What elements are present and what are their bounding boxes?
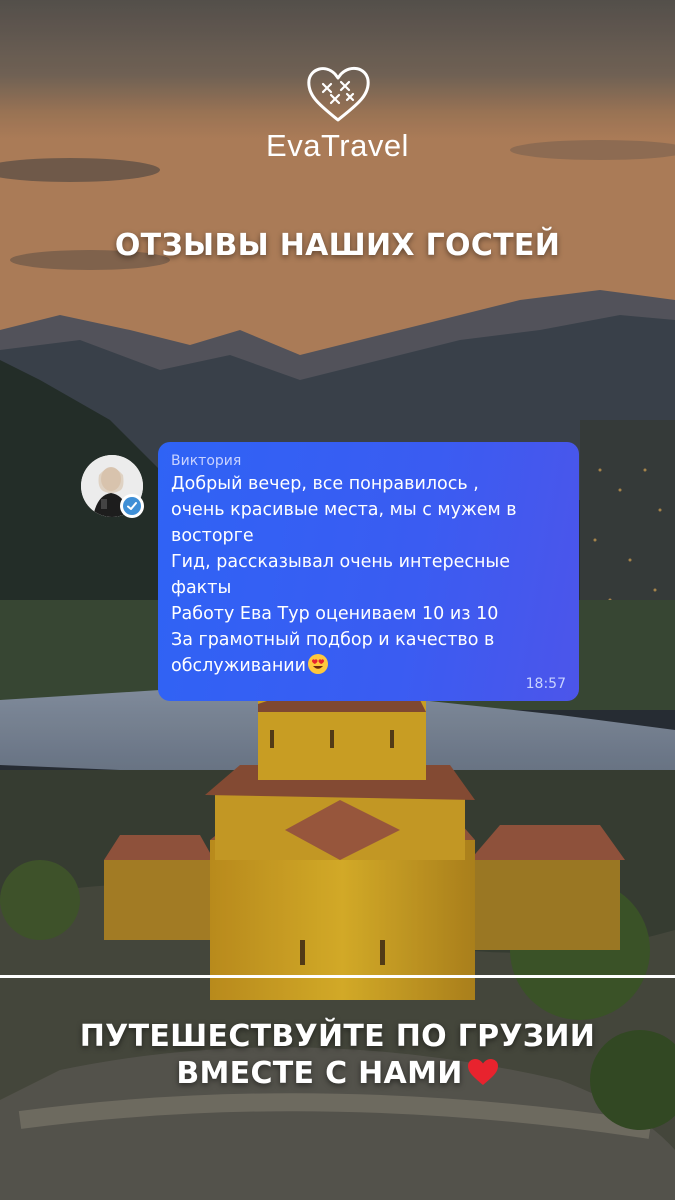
verified-badge [120, 494, 144, 518]
cta-line-2: ВМЕСТЕ С НАМИ [176, 1056, 463, 1091]
cta-line-1: ПУТЕШЕСТВУЙТЕ ПО ГРУЗИИ [79, 1019, 596, 1054]
review-line: За грамотный подбор и качество в [171, 630, 495, 650]
review-line: Работу Ева Тур оцениваем 10 из 10 [171, 604, 499, 624]
review-author: Виктория [171, 453, 242, 469]
divider-line [0, 975, 675, 978]
review-line: Гид, рассказывал очень интересные [171, 552, 510, 572]
brand-logo: EvaTravel [0, 62, 675, 164]
review-line: обслуживании [171, 656, 307, 676]
red-heart-icon [467, 1059, 498, 1085]
page-title: ОТЗЫВЫ НАШИХ ГОСТЕЙ [114, 228, 561, 263]
heart-eyes-emoji-icon [308, 654, 329, 674]
checkmark-icon [123, 497, 141, 515]
cta-line-2-row: ВМЕСТЕ С НАМИ [0, 1055, 675, 1092]
review-line: Добрый вечер, все понравилось , [171, 474, 479, 494]
brand-name: EvaTravel [266, 128, 409, 163]
review-line: факты [171, 578, 232, 598]
review-last-line: обслуживании [171, 653, 565, 679]
call-to-action: ПУТЕШЕСТВУЙТЕ ПО ГРУЗИИ ВМЕСТЕ С НАМИ [0, 1018, 675, 1092]
review-line: очень красивые места, мы с мужем в [171, 500, 517, 520]
message-timestamp: 18:57 [525, 676, 566, 692]
heart-logo-icon [306, 66, 370, 122]
review-message-bubble[interactable]: Виктория Добрый вечер, все понравилось ,… [158, 442, 579, 701]
review-line: восторге [171, 526, 254, 546]
